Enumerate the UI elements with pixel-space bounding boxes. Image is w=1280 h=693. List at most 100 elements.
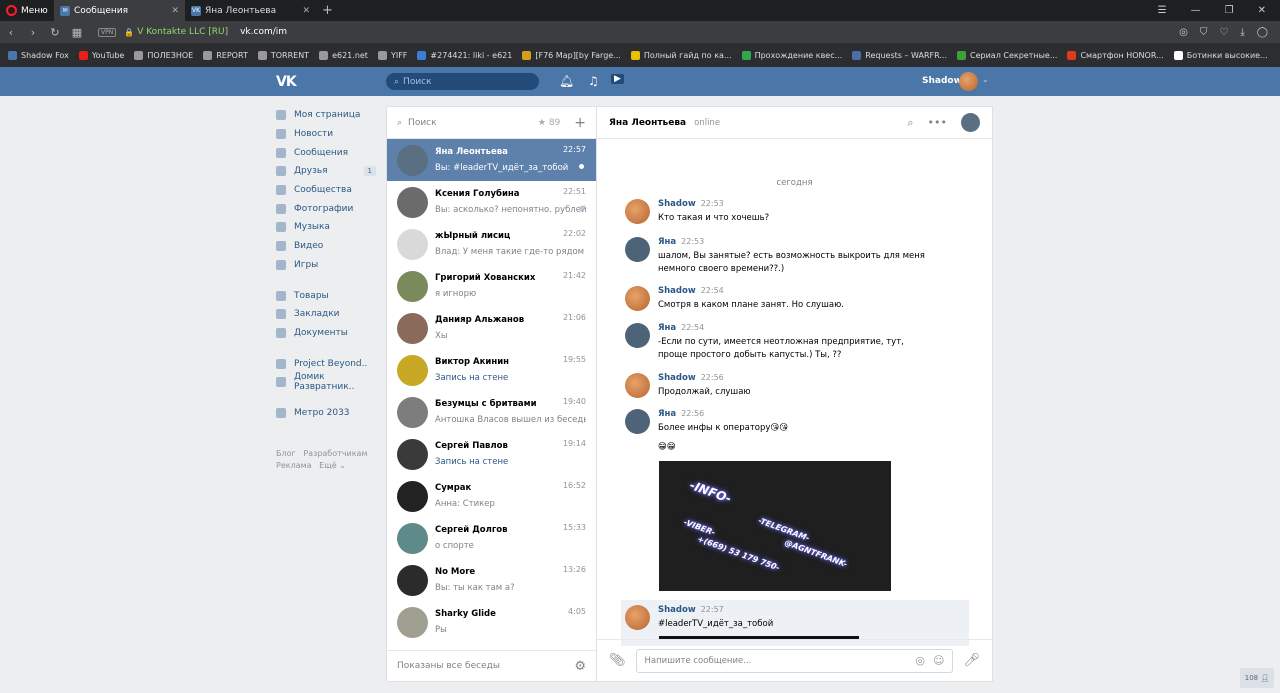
camera-icon[interactable]: ◎: [915, 654, 925, 667]
message-avatar[interactable]: [625, 199, 650, 224]
message-avatar[interactable]: [625, 409, 650, 434]
profile-icon[interactable]: ◯: [1257, 27, 1268, 38]
message-author[interactable]: Shadow: [658, 199, 696, 209]
message[interactable]: Shadow 22:57 #leaderTV_идёт_за_тобой: [625, 605, 928, 631]
new-dialog-icon[interactable]: +: [574, 115, 586, 131]
link-ads[interactable]: Реклама: [276, 461, 312, 470]
message[interactable]: Яна 22:54 -Если по сути, имеется неотложна…: [625, 323, 928, 361]
minimize-icon[interactable]: —: [1191, 5, 1201, 16]
url-field[interactable]: vk.com/im: [240, 27, 287, 37]
menu-item[interactable]: Музыка: [276, 218, 376, 237]
link-more[interactable]: Ещё: [319, 461, 337, 470]
security-label[interactable]: V Kontakte LLC [RU]: [137, 27, 228, 37]
microphone-icon[interactable]: 🎤︎: [963, 653, 980, 668]
menu-item[interactable]: Домик Развратник..: [276, 372, 376, 392]
bookmark-item[interactable]: Requests – WARFR...: [852, 50, 947, 60]
bookmark-item[interactable]: Полный гайд по ка...: [630, 50, 732, 60]
bookmark-item[interactable]: e621.net: [319, 50, 368, 60]
play-icon[interactable]: ▶: [611, 74, 624, 84]
dialog-item[interactable]: Безумцы с бритвами Антошка Власов вышел и…: [387, 391, 596, 433]
message[interactable]: Shadow 22:54 Смотря в каком плане занят. Н…: [625, 286, 928, 312]
maximize-icon[interactable]: ❐: [1225, 5, 1234, 16]
chat-title[interactable]: Яна Леонтьева: [609, 118, 686, 128]
more-icon[interactable]: •••: [928, 116, 947, 129]
menu-item[interactable]: Метро 2033: [276, 404, 376, 423]
link-blog[interactable]: Блог: [276, 449, 296, 458]
bookmark-item[interactable]: Смартфон HONOR...: [1067, 50, 1164, 60]
tab-messages[interactable]: ✉ Сообщения ✕: [54, 0, 185, 21]
bookmark-item[interactable]: YouTube: [78, 50, 124, 60]
attach-icon[interactable]: 📎︎: [609, 653, 626, 668]
dialog-item[interactable]: Данияр Альжанов Хы 21:06: [387, 307, 596, 349]
dialog-item[interactable]: Яна Леонтьева Вы: #leaderTV_идёт_за_тобой…: [387, 139, 596, 181]
dialog-item[interactable]: No More Вы: ты как там а? 13:26: [387, 559, 596, 601]
dialog-item[interactable]: Григорий Хованских я игнорю 21:42: [387, 265, 596, 307]
message-avatar[interactable]: [625, 605, 650, 630]
new-tab-icon[interactable]: +: [316, 3, 339, 18]
online-counter[interactable]: 108 👤︎: [1240, 668, 1274, 688]
reload-icon[interactable]: ↻: [44, 26, 66, 39]
message[interactable]: Shadow 22:53 Кто такая и что хочешь?: [625, 199, 928, 225]
tab-close-icon[interactable]: ✕: [171, 6, 179, 16]
message[interactable]: Яна 22:56 Более инфы к оператору😘😘 😁😁: [625, 409, 928, 453]
chat-avatar[interactable]: [961, 113, 980, 132]
message-avatar[interactable]: [625, 373, 650, 398]
dialog-item[interactable]: Сергей Долгов о спорте 15:33: [387, 517, 596, 559]
dialog-item[interactable]: жЫрный лисиц Влад: У меня такие где-то ря…: [387, 223, 596, 265]
heart-icon[interactable]: ♡: [1219, 27, 1228, 38]
dialog-item[interactable]: Виктор Акинин Запись на стене 19:55: [387, 349, 596, 391]
dialog-item[interactable]: Sharky Glide Ры 4:05: [387, 601, 596, 643]
forward-icon[interactable]: ›: [22, 26, 44, 39]
bookmark-item[interactable]: YIFF: [377, 50, 407, 60]
chevron-down-icon[interactable]: ⌄: [982, 75, 989, 84]
menu-item[interactable]: Друзья 1: [276, 162, 376, 181]
header-search-input[interactable]: ⌕ Поиск: [386, 73, 539, 90]
message-avatar[interactable]: [625, 323, 650, 348]
menu-item[interactable]: Документы: [276, 324, 376, 343]
header-avatar[interactable]: [959, 72, 978, 91]
vpn-badge[interactable]: VPN: [98, 27, 117, 37]
message-author[interactable]: Яна: [658, 323, 676, 333]
browser-menu-button[interactable]: Меню: [0, 0, 54, 21]
message-author[interactable]: Яна: [658, 237, 676, 247]
menu-item[interactable]: Моя страница: [276, 106, 376, 125]
menu-item[interactable]: Сообщения: [276, 143, 376, 162]
link-developers[interactable]: Разработчикам: [303, 449, 367, 458]
menu-item[interactable]: Видео: [276, 237, 376, 256]
search-icon[interactable]: ⌕: [907, 116, 913, 130]
bookmark-item[interactable]: Сериал Секретные...: [957, 50, 1057, 60]
menu-item[interactable]: Игры: [276, 256, 376, 275]
bell-icon[interactable]: 🔔︎: [559, 74, 574, 88]
vk-logo[interactable]: VK: [276, 74, 297, 90]
tab-close-icon[interactable]: ✕: [302, 6, 310, 16]
menu-item[interactable]: Новости: [276, 125, 376, 144]
menu-item[interactable]: Фотографии: [276, 199, 376, 218]
dialog-item[interactable]: Сумрак Анна: Стикер 16:52: [387, 475, 596, 517]
gear-icon[interactable]: ⚙: [574, 659, 586, 674]
menu-item[interactable]: Project Beyond..: [276, 354, 376, 373]
message-author[interactable]: Shadow: [658, 373, 696, 383]
message-author[interactable]: Яна: [658, 409, 676, 419]
bookmark-item[interactable]: #274421: liki - e621: [417, 50, 512, 60]
close-window-icon[interactable]: ✕: [1258, 5, 1266, 16]
bookmark-item[interactable]: Прохождение квес...: [741, 50, 842, 60]
emoji-icon[interactable]: ☺: [933, 654, 944, 667]
tab-menu-icon[interactable]: ☰: [1158, 5, 1167, 16]
menu-item[interactable]: Закладки: [276, 305, 376, 324]
menu-item[interactable]: Сообщества: [276, 181, 376, 200]
dialog-item[interactable]: Ксения Голубина Вы: асколько? непонятно. …: [387, 181, 596, 223]
message[interactable]: Shadow 22:56 Продолжай, слушаю: [625, 373, 928, 399]
shield-icon[interactable]: ⛉: [1200, 27, 1208, 38]
message[interactable]: Яна 22:53 шалом, Вы занятые? есть возможно…: [625, 237, 928, 275]
dialog-item[interactable]: Сергей Павлов Запись на стене 19:14: [387, 433, 596, 475]
tab-yana[interactable]: VK Яна Леонтьева ✕: [185, 0, 316, 21]
message-author[interactable]: Shadow: [658, 286, 696, 296]
speed-dial-icon[interactable]: ▦: [66, 26, 88, 39]
music-icon[interactable]: ♫: [588, 74, 599, 88]
bookmark-item[interactable]: ПОЛЕЗНОЕ: [134, 50, 193, 60]
bookmark-item[interactable]: [F76 Map][by Farge...: [522, 50, 621, 60]
download-icon[interactable]: ⤓: [1240, 27, 1244, 38]
message-input[interactable]: Напишите сообщение... ◎ ☺: [635, 648, 954, 673]
bookmark-item[interactable]: REPORT: [203, 50, 248, 60]
bookmark-item[interactable]: TORRENT: [257, 50, 309, 60]
